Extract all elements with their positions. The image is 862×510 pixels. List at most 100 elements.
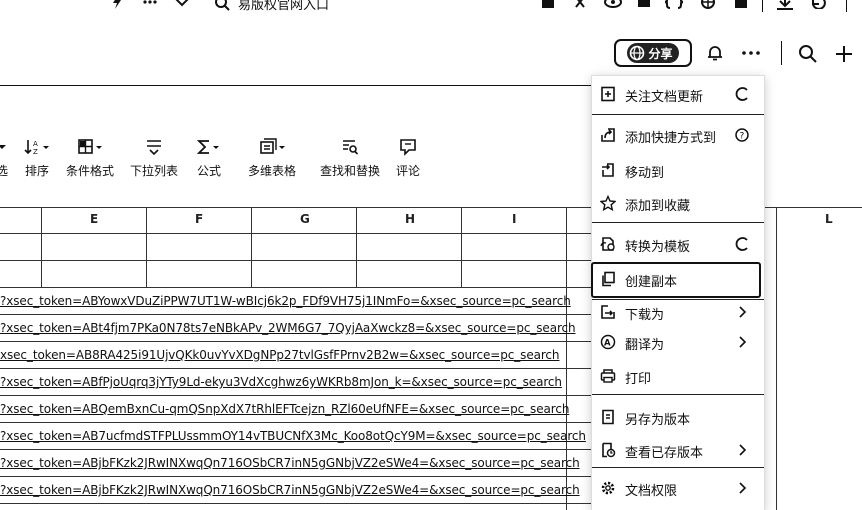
menu-item-shortcut[interactable]: 添加快捷方式到 ? — [592, 122, 764, 148]
menu-item-translate[interactable]: A 翻译为 — [592, 329, 764, 355]
conditional-format-icon — [78, 139, 102, 154]
grid-line — [41, 207, 42, 287]
caret-down-icon — [0, 145, 6, 149]
eye-icon[interactable] — [604, 0, 622, 9]
column-header-f[interactable]: F — [195, 212, 203, 226]
chevron-right-icon — [739, 444, 747, 456]
grid-row-line — [0, 422, 600, 423]
ribbon-sort[interactable]: AZ 排序 — [20, 136, 54, 179]
menu-item-template[interactable]: 转换为模板 — [592, 231, 764, 257]
menu-divider — [592, 394, 764, 395]
braces-icon[interactable] — [665, 0, 683, 9]
column-header-h[interactable]: H — [405, 212, 415, 226]
grid-row-line — [0, 503, 600, 504]
menu-item-save-version[interactable]: 另存为版本 — [592, 404, 764, 430]
table-row-link[interactable]: ?xsec_token=ABYowxVDuZiPPW7UT1W-wBIcj6k2… — [0, 294, 571, 308]
help-icon[interactable]: ? — [734, 127, 750, 143]
ribbon-dropdown-list[interactable]: 下拉列表 — [128, 136, 180, 179]
ribbon-fill[interactable]: 选 — [0, 136, 12, 179]
grid-row-line — [0, 233, 600, 234]
template-icon — [600, 237, 615, 251]
svg-text:Z: Z — [33, 148, 38, 156]
header-divider — [0, 85, 592, 86]
grid-row-line — [0, 476, 600, 477]
multidim-table-icon — [260, 138, 285, 154]
sigma-icon — [196, 140, 219, 154]
menu-item-move[interactable]: 移动到 — [592, 157, 764, 183]
search-icon[interactable] — [798, 44, 818, 64]
grid-row-line — [0, 395, 600, 396]
find-replace-icon — [343, 140, 359, 155]
ribbon-multidim-table[interactable]: 多维表格 — [244, 136, 300, 179]
menu-item-print[interactable]: 打印 — [592, 363, 764, 389]
save-version-icon — [602, 409, 614, 425]
ribbon-comment[interactable]: 评论 — [394, 136, 422, 179]
back-icon[interactable] — [810, 0, 826, 9]
sort-icon: AZ — [24, 140, 49, 156]
menu-divider — [592, 114, 764, 115]
grid-row-line — [0, 368, 600, 369]
selection-highlight — [591, 262, 761, 298]
table-row-link[interactable]: ?xsec_token=ABt4fjm7PKa0N78ts7eNBkAPv_2W… — [0, 321, 576, 335]
comment-icon — [400, 139, 416, 156]
svg-text:?: ? — [740, 132, 745, 142]
menu-item-view-versions[interactable]: 查看已存版本 — [592, 437, 764, 463]
table-row-link[interactable]: ?xsec_token=ABjbFKzk2JRwINXwqQn716OSbCR7… — [0, 483, 580, 497]
svg-text:A: A — [33, 140, 38, 148]
globe-icon[interactable] — [700, 0, 716, 9]
translate-icon: A — [600, 334, 616, 350]
grid-row-line — [0, 260, 600, 261]
menu-item-follow[interactable]: 关注文档更新 — [592, 81, 764, 107]
mail-icon[interactable] — [637, 0, 651, 9]
more-icon[interactable] — [741, 46, 761, 60]
menu-item-download[interactable]: 下载为 — [592, 299, 764, 325]
ribbon-find-replace[interactable]: 查找和替换 — [318, 136, 382, 179]
ribbon-conditional-format[interactable]: 条件格式 — [64, 136, 116, 179]
search-icon[interactable] — [214, 0, 230, 11]
chevron-down-icon[interactable] — [174, 0, 190, 9]
add-icon[interactable] — [834, 44, 854, 64]
globe-icon — [630, 45, 645, 61]
chevron-right-icon — [739, 306, 747, 318]
table-row-link[interactable]: ?xsec_token=AB7ucfmdSTFPLUssmmOY14vTBUCN… — [0, 429, 586, 443]
grid-line — [251, 207, 252, 287]
move-icon — [602, 163, 614, 177]
more-icon[interactable] — [142, 0, 158, 9]
dropdown-list-icon — [147, 140, 161, 156]
download-icon — [601, 305, 615, 319]
column-header-e[interactable]: E — [90, 212, 98, 226]
table-row-link[interactable]: ?xsec_token=ABQemBxnCu-qmQSnpXdX7tRhlEFT… — [0, 402, 569, 416]
star-icon — [600, 195, 616, 211]
download-icon[interactable] — [776, 0, 794, 11]
follow-icon — [601, 86, 615, 102]
top-toolbar: 易版权官网入口 — [0, 0, 862, 14]
column-header-i[interactable]: I — [512, 212, 516, 226]
bell-icon[interactable] — [706, 44, 724, 62]
extension-icon[interactable] — [541, 0, 555, 9]
table-row-link[interactable]: ?xsec_token=ABfPjoUqrq3jYTy9Ld-ekyu3VdXc… — [0, 375, 562, 389]
grid-line — [461, 207, 462, 287]
close-icon[interactable] — [574, 0, 586, 9]
loading-icon — [735, 237, 748, 251]
versions-icon — [602, 442, 616, 458]
grid-line — [776, 207, 777, 510]
chevron-right-icon — [739, 482, 747, 494]
search-text[interactable]: 易版权官网入口 — [238, 0, 329, 13]
menu-divider — [592, 222, 764, 223]
shortcut-icon — [601, 128, 615, 142]
column-header-l[interactable]: L — [825, 212, 833, 226]
menu-divider — [592, 467, 764, 468]
gear-icon — [601, 481, 615, 495]
menu-item-favorite[interactable]: 添加到收藏 — [592, 190, 764, 216]
table-row-link[interactable]: xsec_token=AB8RA425i91UjvQKk0uvYvXDgNPp2… — [0, 348, 560, 362]
svg-text:A: A — [604, 339, 611, 349]
puzzle-icon[interactable] — [734, 0, 748, 9]
column-header-g[interactable]: G — [300, 212, 310, 226]
table-row-link[interactable]: ?xsec_token=ABjbFKzk2JRwINXwqQn716OSbCR7… — [0, 456, 580, 470]
ribbon-formula[interactable]: 公式 — [192, 136, 226, 179]
lightning-icon[interactable] — [110, 0, 124, 9]
share-button[interactable]: 分享 — [614, 39, 692, 67]
menu-item-permissions[interactable]: 文档权限 — [592, 475, 764, 501]
print-icon — [600, 369, 616, 383]
grid-row-line — [0, 449, 600, 450]
